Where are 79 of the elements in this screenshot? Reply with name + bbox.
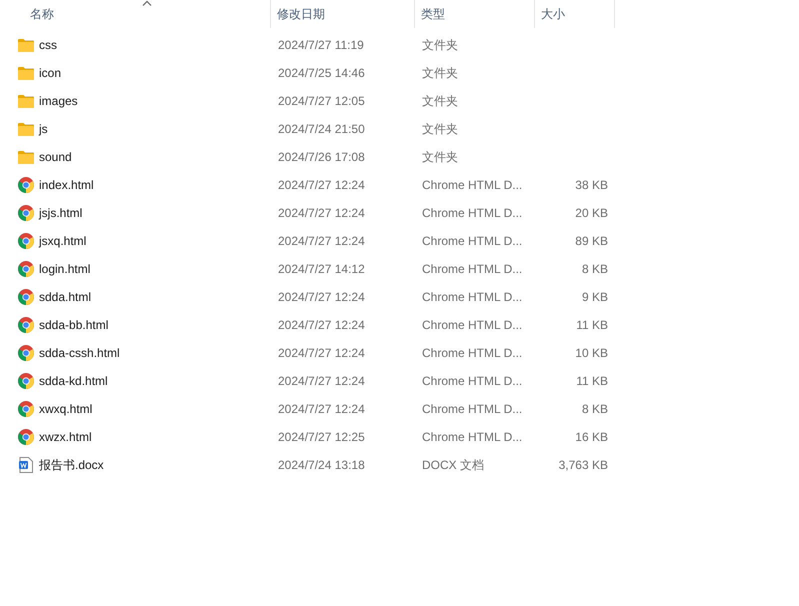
column-header[interactable]: 名称 xyxy=(0,0,271,28)
file-type: 文件夹 xyxy=(422,66,458,80)
file-name[interactable]: 报告书.docx xyxy=(39,456,104,474)
browser-icon xyxy=(18,317,34,333)
file-name[interactable]: icon xyxy=(39,64,62,82)
modified-date: 2024/7/26 17:08 xyxy=(278,150,365,164)
browser-icon xyxy=(18,233,34,249)
column-header[interactable]: 大小 xyxy=(535,0,615,28)
file-name[interactable]: css xyxy=(39,36,57,54)
file-size: 89 KB xyxy=(575,233,608,250)
document-icon xyxy=(19,457,33,473)
modified-date: 2024/7/27 12:24 xyxy=(278,290,365,304)
modified-date: 2024/7/27 12:24 xyxy=(278,318,365,332)
file-name[interactable]: js xyxy=(39,120,48,138)
file-name[interactable]: xwzx.html xyxy=(39,428,92,446)
folder-icon xyxy=(18,94,34,108)
modified-date: 2024/7/27 12:25 xyxy=(278,430,365,444)
browser-icon xyxy=(18,261,34,277)
file-type: DOCX 文档 xyxy=(422,458,484,472)
folder-icon xyxy=(18,122,34,136)
file-name[interactable]: images xyxy=(39,92,78,110)
modified-date: 2024/7/27 12:24 xyxy=(278,178,365,192)
file-type: Chrome HTML D... xyxy=(422,318,522,332)
file-size: 3,763 KB xyxy=(558,457,608,474)
browser-icon xyxy=(18,205,34,221)
modified-date: 2024/7/24 21:50 xyxy=(278,122,365,136)
file-name[interactable]: sdda-bb.html xyxy=(39,316,108,334)
folder-icon xyxy=(18,150,34,164)
file-type: 文件夹 xyxy=(422,122,458,136)
modified-date: 2024/7/27 12:24 xyxy=(278,206,365,220)
file-size: 20 KB xyxy=(575,205,608,222)
file-type: 文件夹 xyxy=(422,94,458,108)
browser-icon xyxy=(18,373,34,389)
file-name[interactable]: sdda.html xyxy=(39,288,92,306)
file-name[interactable]: sdda-kd.html xyxy=(39,372,108,390)
folder-icon xyxy=(18,38,34,52)
browser-icon xyxy=(18,401,34,417)
column-header[interactable]: 类型 xyxy=(415,0,535,28)
browser-icon xyxy=(18,289,34,305)
file-size: 8 KB xyxy=(582,401,608,418)
file-type: Chrome HTML D... xyxy=(422,178,522,192)
file-size: 38 KB xyxy=(575,177,608,194)
folder-icon xyxy=(18,66,34,80)
modified-date: 2024/7/25 14:46 xyxy=(278,66,365,80)
file-name[interactable]: login.html xyxy=(39,260,90,278)
file-type: Chrome HTML D... xyxy=(422,234,522,248)
browser-icon xyxy=(18,429,34,445)
file-size: 16 KB xyxy=(575,429,608,446)
file-size: 8 KB xyxy=(582,261,608,278)
file-name[interactable]: index.html xyxy=(39,176,94,194)
file-type: Chrome HTML D... xyxy=(422,430,522,444)
file-size: 9 KB xyxy=(582,289,608,306)
file-size: 11 KB xyxy=(576,373,608,390)
file-type: Chrome HTML D... xyxy=(422,290,522,304)
file-name[interactable]: xwxq.html xyxy=(39,400,92,418)
column-header[interactable]: 修改日期 xyxy=(271,0,415,28)
modified-date: 2024/7/27 12:05 xyxy=(278,94,365,108)
file-name[interactable]: jsjs.html xyxy=(39,204,82,222)
file-type: Chrome HTML D... xyxy=(422,346,522,360)
file-name[interactable]: sound xyxy=(39,148,72,166)
browser-icon xyxy=(18,345,34,361)
file-type: Chrome HTML D... xyxy=(422,374,522,388)
modified-date: 2024/7/27 12:24 xyxy=(278,402,365,416)
file-name[interactable]: jsxq.html xyxy=(39,232,86,250)
modified-date: 2024/7/27 14:12 xyxy=(278,262,365,276)
browser-icon xyxy=(18,177,34,193)
modified-date: 2024/7/24 13:18 xyxy=(278,458,365,472)
file-type: Chrome HTML D... xyxy=(422,402,522,416)
modified-date: 2024/7/27 12:24 xyxy=(278,346,365,360)
file-name[interactable]: sdda-cssh.html xyxy=(39,344,120,362)
file-size: 10 KB xyxy=(575,345,608,362)
file-size: 11 KB xyxy=(576,317,608,334)
modified-date: 2024/7/27 11:19 xyxy=(278,38,364,52)
modified-date: 2024/7/27 12:24 xyxy=(278,234,365,248)
file-type: Chrome HTML D... xyxy=(422,206,522,220)
file-type: 文件夹 xyxy=(422,150,458,164)
file-type: Chrome HTML D... xyxy=(422,262,522,276)
modified-date: 2024/7/27 12:24 xyxy=(278,374,365,388)
file-type: 文件夹 xyxy=(422,38,458,52)
